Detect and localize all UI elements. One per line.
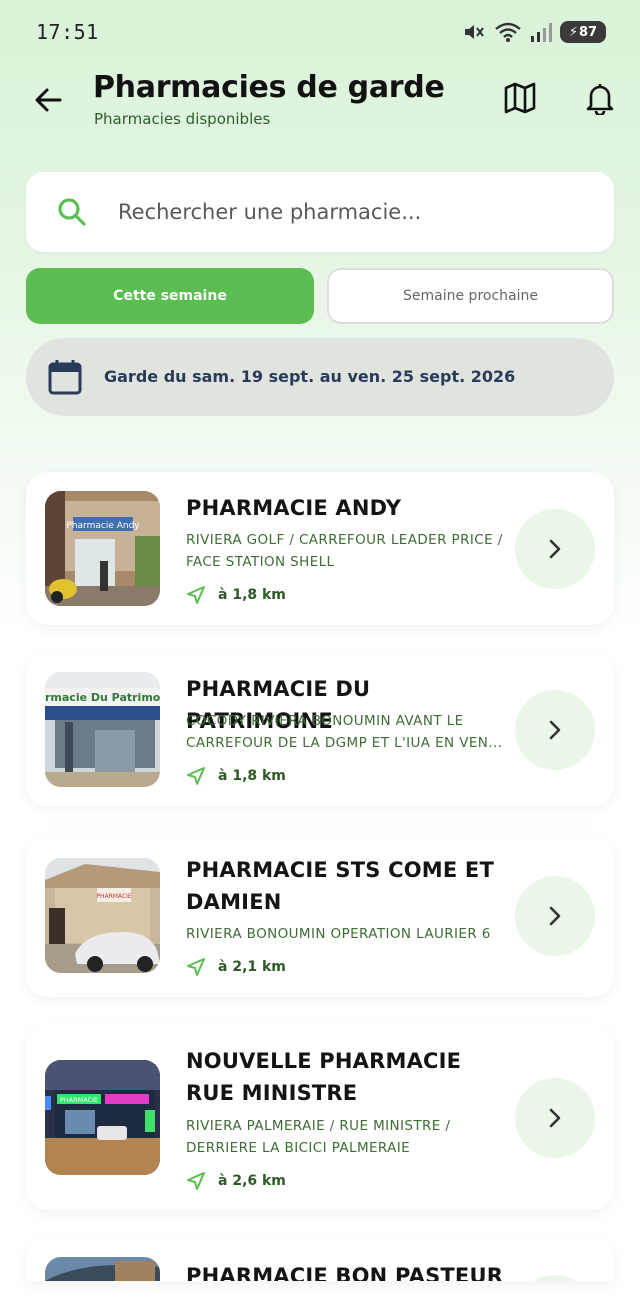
status-icons: ⚡ 87 [462,20,606,44]
pharmacy-card[interactable]: PHARMACIE NOUVELLE PHARMACIE RUE MINISTR… [26,1025,614,1210]
pharmacy-address: RIVIERA PALMERAIE / RUE MINISTRE / DERRI… [186,1118,451,1156]
tab-next-week[interactable]: Semaine prochaine [327,268,614,324]
tab-this-week[interactable]: Cette semaine [26,268,314,324]
open-pharmacy-button[interactable] [515,690,595,770]
date-banner: Garde du sam. 19 sept. au ven. 25 sept. … [26,338,614,416]
chevron-right-icon [549,906,561,926]
navigation-arrow-icon [187,958,205,976]
photo-sign-text: PHARMACIE [60,1096,98,1104]
pharmacy-address: RIVIERA BONOUMIN OPERATION LAURIER 6 [186,926,491,942]
pharmacy-card[interactable]: Pharmacie Andy PHARMACIE ANDY RIVIERA GO… [26,472,614,625]
bell-icon [586,84,614,115]
screen: 17:51 ⚡ 87 Pharmacies de garde Pharmacie… [0,0,640,1304]
pharmacy-distance: à 1,8 km [186,766,286,786]
navigation-arrow-icon [187,586,205,604]
photo-sign-text: rmacie Du Patrimoin [45,691,160,704]
distance-text: à 2,6 km [218,1173,286,1189]
pharmacy-photo [45,1257,160,1281]
photo-sign-text: PHARMACIE [96,893,132,900]
chevron-right-icon [549,539,561,559]
page-subtitle: Pharmacies disponibles [94,110,271,128]
pharmacy-distance: à 2,6 km [186,1171,286,1191]
pharmacy-photo: Pharmacie Andy [45,491,160,606]
pharmacy-distance: à 2,1 km [186,957,286,977]
pharmacy-photo: rmacie Du Patrimoin [45,672,160,787]
pharmacy-address-text: COCODY RIVIERA BONOUMIN AVANT LE CARREFO… [186,713,503,751]
distance-text: à 1,8 km [218,768,286,784]
chevron-right-icon [549,1108,561,1128]
photo-sign-text: Pharmacie Andy [66,521,140,531]
battery-level: 87 [579,24,598,40]
pharmacy-name: PHARMACIE STS COME ET DAMIEN [186,858,494,914]
signal-icon [531,23,552,42]
pharmacy-photo: PHARMACIE [45,1060,160,1175]
pharmacy-card[interactable]: PHARMACIE PHARMACIE STS COME ET DAMIEN R… [26,834,614,997]
navigation-arrow-icon [187,1172,205,1190]
back-arrow-icon [35,88,62,112]
open-pharmacy-button[interactable] [515,509,595,589]
pharmacy-card[interactable]: rmacie Du Patrimoin PHARMACIE DU PATRIMO… [26,653,614,806]
search-icon [58,198,86,226]
charging-icon: ⚡ [568,24,579,40]
pharmacy-address: COCODY RIVIERA BONOUMIN AVANT LE CARREFO… [186,710,516,754]
pharmacy-address: RIVIERA GOLF / CARREFOUR LEADER PRICE / … [186,532,503,570]
calendar-icon [48,360,82,395]
chevron-right-icon [549,720,561,740]
date-range-text: Garde du sam. 19 sept. au ven. 25 sept. … [104,367,516,386]
wifi-icon [495,22,521,42]
status-time: 17:51 [36,20,99,44]
map-button[interactable] [500,78,540,118]
search-input[interactable] [118,190,588,234]
pharmacy-name: PHARMACIE BON PASTEUR [186,1264,504,1281]
open-pharmacy-button[interactable] [515,1078,595,1158]
search-bar[interactable] [26,172,614,252]
navigation-arrow-icon [187,767,205,785]
open-pharmacy-button[interactable] [515,876,595,956]
pharmacy-name: NOUVELLE PHARMACIE RUE MINISTRE [186,1049,462,1105]
distance-text: à 1,8 km [218,587,286,603]
notifications-button[interactable] [580,78,620,118]
status-bar: 17:51 ⚡ 87 [0,0,640,64]
pharmacy-distance: à 1,8 km [186,585,286,605]
back-button[interactable] [28,80,68,120]
open-pharmacy-button[interactable] [515,1275,595,1281]
pharmacy-card[interactable]: PHARMACIE BON PASTEUR [26,1238,614,1281]
mute-icon [465,25,484,39]
distance-text: à 2,1 km [218,959,286,975]
map-icon [504,82,536,114]
page-title: Pharmacies de garde [93,70,445,105]
pharmacy-name: PHARMACIE ANDY [186,496,402,520]
battery-indicator: ⚡ 87 [560,21,606,43]
pharmacy-photo: PHARMACIE [45,858,160,973]
